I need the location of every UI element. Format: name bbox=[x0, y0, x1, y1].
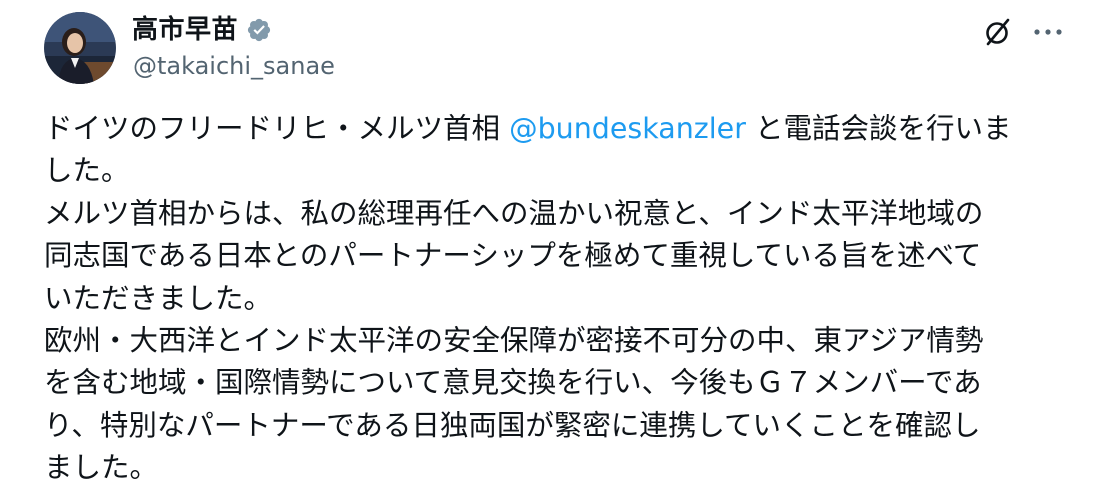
more-options-button[interactable] bbox=[1028, 14, 1068, 50]
grok-button[interactable] bbox=[980, 14, 1016, 50]
tweet-text-segment: ドイツのフリードリヒ・メルツ首相 bbox=[44, 112, 510, 145]
profile-photo-icon bbox=[44, 12, 116, 84]
tweet-line: 同志国である日本とのパートナーシップを極めて重視している旨を述べて bbox=[44, 239, 982, 273]
tweet-line: 欧州・大西洋とインド太平洋の安全保障が密接不可分の中、東アジア情勢 bbox=[44, 323, 984, 357]
tweet-line: ました。 bbox=[44, 451, 159, 485]
more-horizontal-icon bbox=[1034, 29, 1062, 35]
author-name-row: 高市早苗 bbox=[132, 12, 272, 48]
mention-link[interactable]: @bundeskanzler bbox=[509, 112, 746, 145]
tweet-line: を含む地域・国際情勢について意見交換を行い、今後もＧ７メンバーであ bbox=[44, 366, 982, 400]
tweet-line: した。 bbox=[44, 154, 130, 188]
display-name[interactable]: 高市早苗 bbox=[132, 12, 238, 48]
tweet-line: り、特別なパートナーである日独両国が緊密に連携していくことを確認し bbox=[44, 408, 981, 442]
author-handle[interactable]: @takaichi_sanae bbox=[133, 51, 335, 81]
tweet-line: いただきました。 bbox=[44, 281, 273, 315]
tweet-text-segment: と電話会談を行いま bbox=[745, 112, 1012, 145]
grok-icon bbox=[986, 18, 1010, 46]
avatar[interactable] bbox=[44, 12, 116, 84]
verified-badge-icon[interactable] bbox=[246, 17, 272, 43]
tweet-line: メルツ首相からは、私の総理再任への温かい祝意と、インド太平洋地域の bbox=[44, 196, 984, 230]
tweet-text: ドイツのフリードリヒ・メルツ首相 @bundeskanzler と電話会談を行い… bbox=[44, 108, 1074, 490]
tweet-line: ドイツのフリードリヒ・メルツ首相 @bundeskanzler と電話会談を行い… bbox=[44, 108, 1074, 150]
